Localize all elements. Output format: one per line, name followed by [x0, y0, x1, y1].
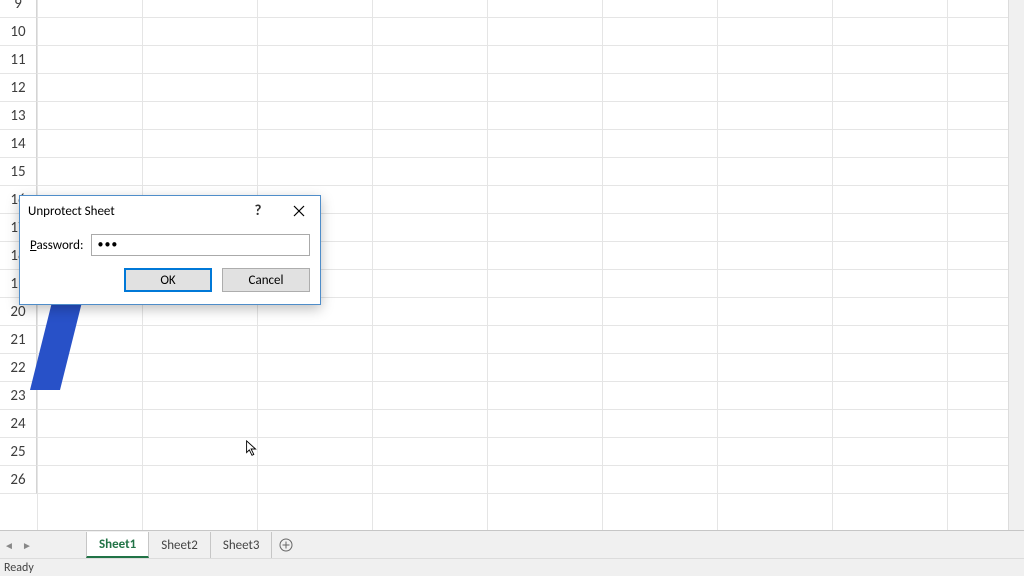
grid-row: 11 — [0, 46, 1024, 74]
row-header[interactable]: 11 — [0, 46, 37, 74]
grid-row: 12 — [0, 74, 1024, 102]
dialog-titlebar[interactable]: Unprotect Sheet ? — [20, 196, 320, 226]
sheet-tab-sheet3[interactable]: Sheet3 — [211, 532, 273, 558]
row-header[interactable]: 13 — [0, 102, 37, 130]
row-cells[interactable] — [37, 74, 1024, 102]
dialog-title: Unprotect Sheet — [28, 204, 238, 219]
row-cells[interactable] — [37, 158, 1024, 186]
grid-row: 24 — [0, 410, 1024, 438]
row-cells[interactable] — [37, 130, 1024, 158]
dialog-help-button[interactable]: ? — [238, 202, 278, 220]
row-cells[interactable] — [37, 466, 1024, 494]
sheet-tab-bar: ◄ ► Sheet1Sheet2Sheet3 — [0, 530, 1024, 558]
close-icon — [293, 205, 305, 217]
row-header[interactable]: 26 — [0, 466, 37, 494]
row-header[interactable]: 9 — [0, 0, 37, 18]
row-cells[interactable] — [37, 438, 1024, 466]
grid-row: 14 — [0, 130, 1024, 158]
row-cells[interactable] — [37, 326, 1024, 354]
password-input[interactable] — [91, 234, 310, 256]
new-sheet-button[interactable] — [272, 532, 300, 558]
cancel-button[interactable]: Cancel — [222, 268, 310, 292]
row-cells[interactable] — [37, 382, 1024, 410]
row-cells[interactable] — [37, 46, 1024, 74]
bottom-bar: ◄ ► Sheet1Sheet2Sheet3 Ready — [0, 530, 1024, 576]
row-cells[interactable] — [37, 410, 1024, 438]
row-cells[interactable] — [37, 102, 1024, 130]
row-cells[interactable] — [37, 354, 1024, 382]
tab-nav-prev[interactable]: ◄ — [0, 532, 18, 558]
row-header[interactable]: 25 — [0, 438, 37, 466]
dialog-close-button[interactable] — [278, 196, 320, 226]
row-header[interactable]: 23 — [0, 382, 37, 410]
grid-row: 9 — [0, 0, 1024, 18]
row-header[interactable]: 22 — [0, 354, 37, 382]
plus-icon — [279, 538, 293, 552]
status-text: Ready — [4, 561, 34, 575]
row-header[interactable]: 24 — [0, 410, 37, 438]
row-header[interactable]: 12 — [0, 74, 37, 102]
sheet-tab-sheet2[interactable]: Sheet2 — [149, 532, 211, 558]
grid-row: 13 — [0, 102, 1024, 130]
ok-button[interactable]: OK — [124, 268, 212, 292]
grid-row: 25 — [0, 438, 1024, 466]
row-header[interactable]: 14 — [0, 130, 37, 158]
grid-row: 23 — [0, 382, 1024, 410]
grid-row: 26 — [0, 466, 1024, 494]
row-cells[interactable] — [37, 0, 1024, 18]
grid-row: 21 — [0, 326, 1024, 354]
tab-nav-next[interactable]: ► — [18, 532, 36, 558]
sheet-tab-sheet1[interactable]: Sheet1 — [86, 532, 149, 558]
grid-row: 10 — [0, 18, 1024, 46]
row-header[interactable]: 10 — [0, 18, 37, 46]
row-cells[interactable] — [37, 18, 1024, 46]
password-label: Password: — [30, 238, 83, 253]
vertical-scrollbar[interactable] — [1008, 0, 1024, 530]
row-header[interactable]: 21 — [0, 326, 37, 354]
grid-row: 22 — [0, 354, 1024, 382]
tab-spacer — [42, 532, 86, 558]
grid-row: 15 — [0, 158, 1024, 186]
row-header[interactable]: 15 — [0, 158, 37, 186]
unprotect-sheet-dialog: Unprotect Sheet ? Password: OK Cancel — [19, 195, 321, 305]
status-bar: Ready — [0, 558, 1024, 576]
